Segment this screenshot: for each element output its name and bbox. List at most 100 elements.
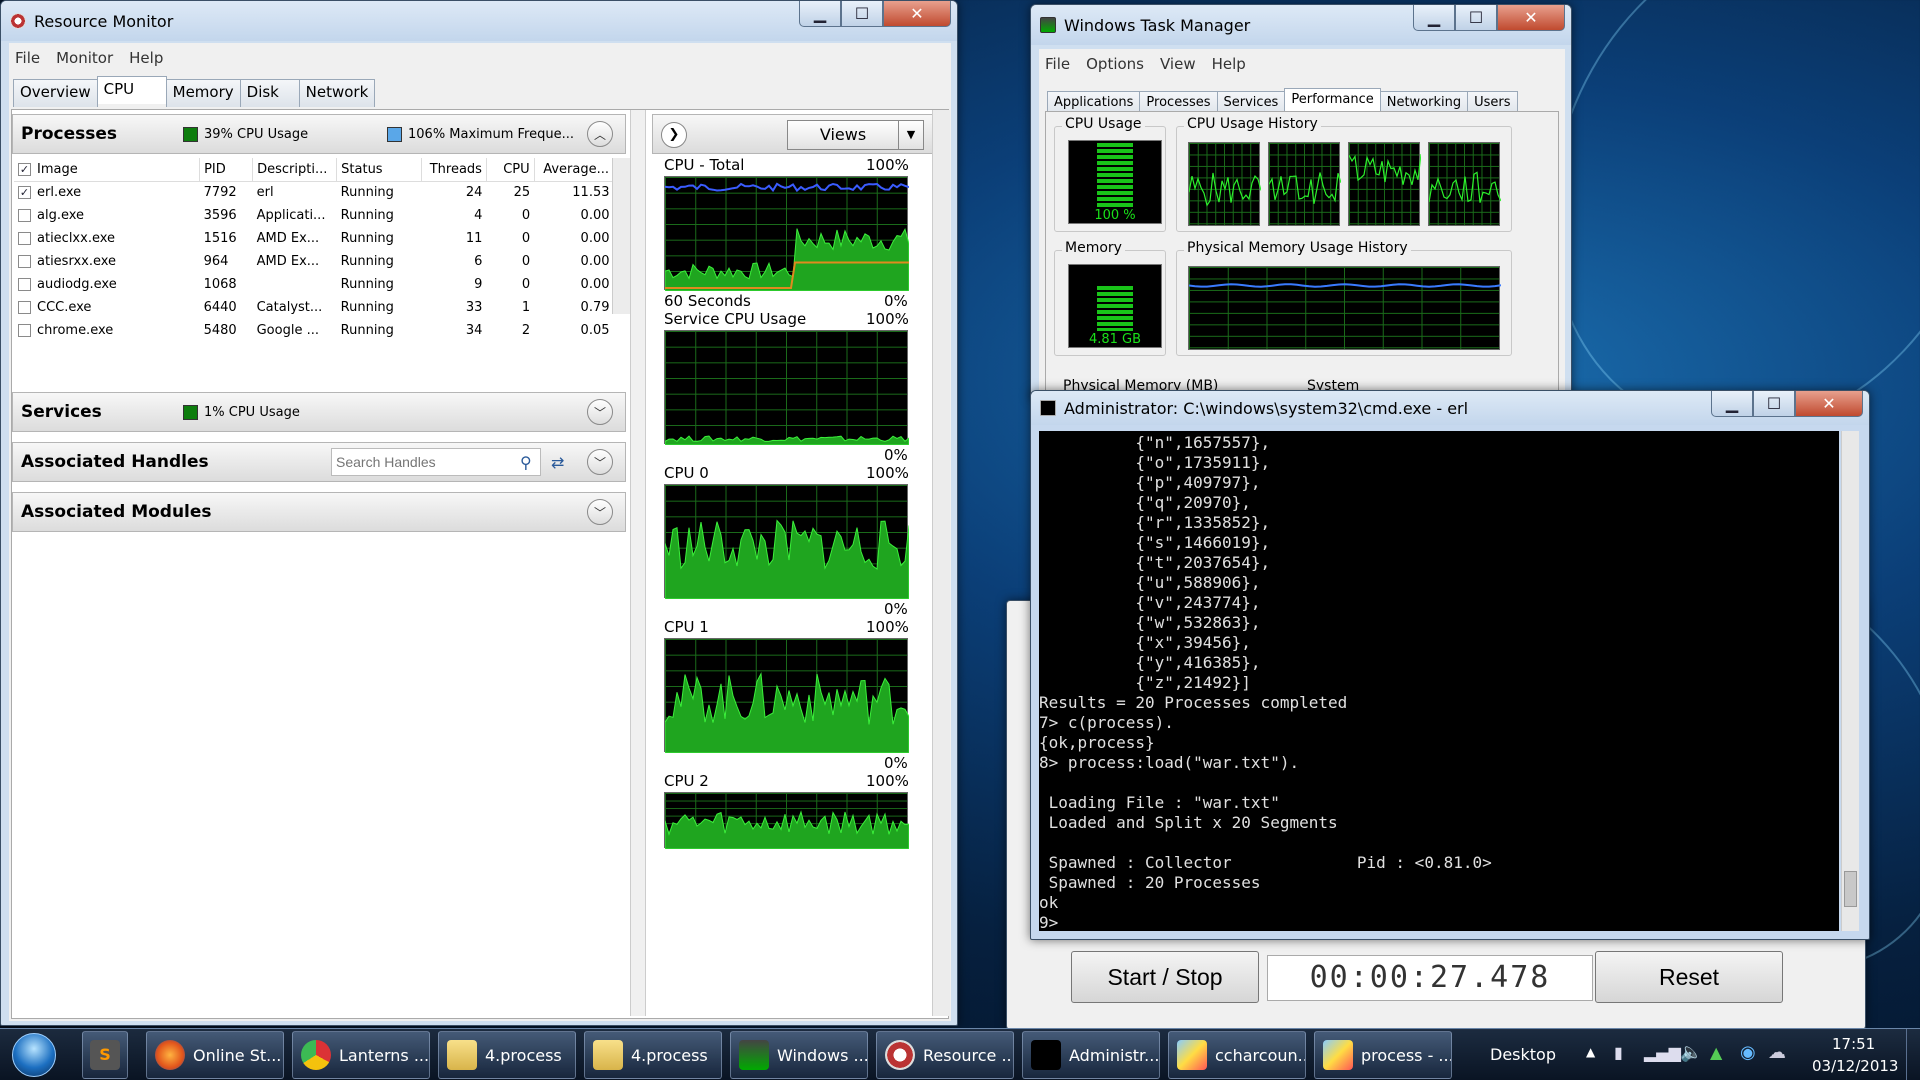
column-average[interactable]: Average... [534, 158, 615, 182]
maximize-button[interactable]: ☐ [1753, 391, 1795, 417]
tab-overview[interactable]: Overview [13, 79, 98, 107]
volume-icon[interactable]: 🔈 [1680, 1042, 1702, 1063]
expand-pane-arrow-icon[interactable]: ❯ [661, 122, 687, 148]
close-button[interactable]: ✕ [1795, 391, 1863, 417]
minimize-button[interactable]: ▁ [799, 1, 841, 27]
views-dropdown[interactable]: Views [787, 120, 899, 150]
title-bar[interactable]: Resource Monitor ▁ ☐ ✕ [1, 1, 957, 41]
row-checkbox[interactable] [18, 301, 31, 314]
row-checkbox[interactable]: ✓ [18, 186, 31, 200]
console-line: Spawned : 20 Processes [1039, 873, 1261, 892]
menu-help[interactable]: Help [129, 49, 163, 67]
column-description[interactable]: Descripti... [252, 158, 338, 182]
taskbar-button[interactable]: 4.process [438, 1031, 576, 1079]
refresh-icon[interactable]: ⇄ [551, 453, 564, 472]
elapsed-time-display: 00:00:27.478 [1267, 955, 1593, 1001]
tab-disk[interactable]: Disk [239, 79, 300, 107]
title-bar[interactable]: Windows Task Manager ▁ ☐ ✕ [1031, 5, 1571, 45]
chevron-down-icon[interactable]: ▼ [898, 120, 924, 150]
column-threads[interactable]: Threads [421, 158, 487, 182]
column-image[interactable]: ✓ Image [14, 158, 201, 182]
taskbar-button[interactable]: ccharcoun... [1168, 1031, 1306, 1079]
menu-monitor[interactable]: Monitor [56, 49, 113, 67]
collapse-chevron-icon[interactable]: ︿ [587, 121, 613, 147]
graphs-scrollbar[interactable] [932, 110, 950, 1016]
reset-button[interactable]: Reset [1595, 951, 1783, 1003]
console-scrollbar[interactable] [1841, 431, 1859, 931]
expand-chevron-icon[interactable]: ﹀ [587, 449, 613, 475]
table-row[interactable]: CCC.exe 6440 Catalyst... Running 33 1 0.79 [14, 296, 614, 319]
sublime-pinned-button[interactable]: S [82, 1031, 128, 1079]
tab-cpu[interactable]: CPU [96, 76, 167, 104]
table-row[interactable]: atieclxx.exe 1516 AMD Ex... Running 11 0 0.00 [14, 227, 614, 250]
search-icon[interactable]: ⚲ [520, 453, 532, 472]
taskbar-button[interactable]: Online St... [146, 1031, 284, 1079]
title-bar[interactable]: Administrator: C:\windows\system32\cmd.e… [1031, 391, 1869, 425]
processes-scrollbar[interactable] [612, 158, 630, 314]
select-all-checkbox[interactable]: ✓ [18, 162, 31, 176]
menu-help[interactable]: Help [1212, 55, 1246, 73]
minimize-button[interactable]: ▁ [1711, 391, 1753, 417]
menu-file[interactable]: File [15, 49, 40, 67]
row-checkbox[interactable] [18, 324, 31, 337]
cpu-usage-area [665, 810, 909, 849]
clock-time[interactable]: 17:51 [1832, 1035, 1875, 1053]
table-row[interactable]: ✓ erl.exe 7792 erl Running 24 25 11.53 [14, 181, 614, 204]
taskbar-button[interactable]: Resource ... [876, 1031, 1014, 1079]
table-row[interactable]: alg.exe 3596 Applicati... Running 4 0 0.00 [14, 204, 614, 227]
cloud-icon[interactable]: ☁ [1768, 1042, 1786, 1063]
menu-file[interactable]: File [1045, 55, 1070, 73]
cmd-icon [1031, 1040, 1061, 1070]
task-manager-window[interactable]: Windows Task Manager ▁ ☐ ✕ File Options … [1030, 4, 1572, 399]
drive-icon[interactable]: ▲ [1710, 1043, 1722, 1062]
expand-chevron-icon[interactable]: ﹀ [587, 399, 613, 425]
table-row[interactable]: atiesrxx.exe 964 AMD Ex... Running 6 0 0.00 [14, 250, 614, 273]
cpu-cell: 2 [521, 323, 531, 338]
search-handles-input[interactable] [331, 448, 541, 476]
services-section-header[interactable]: Services 1% CPU Usage ﹀ [12, 392, 626, 432]
tab-network[interactable]: Network [298, 79, 376, 107]
resource-monitor-window[interactable]: Resource Monitor ▁ ☐ ✕ File Monitor Help… [0, 0, 958, 1026]
maximize-button[interactable]: ☐ [841, 1, 883, 27]
tab-performance[interactable]: Performance [1284, 88, 1381, 113]
table-row[interactable]: audiodg.exe 1068 Running 9 0 0.00 [14, 273, 614, 296]
update-icon[interactable]: ◉ [1740, 1042, 1756, 1063]
modules-section-header[interactable]: Associated Modules ﹀ [12, 492, 626, 532]
close-button[interactable]: ✕ [1497, 5, 1565, 31]
row-checkbox[interactable] [18, 278, 31, 291]
column-status[interactable]: Status [336, 158, 422, 182]
show-desktop-button[interactable] [1906, 1029, 1920, 1080]
taskbar-button[interactable]: Lanterns ... [292, 1031, 430, 1079]
tab-memory[interactable]: Memory [165, 79, 241, 107]
taskbar-button[interactable]: 4.process [584, 1031, 722, 1079]
graph-title: Service CPU Usage [664, 310, 807, 328]
handles-section-header[interactable]: Associated Handles ⚲ ⇄ ﹀ [12, 442, 626, 482]
minimize-button[interactable]: ▁ [1413, 5, 1455, 31]
close-button[interactable]: ✕ [883, 1, 951, 27]
scroll-thumb[interactable] [1844, 871, 1857, 907]
row-checkbox[interactable] [18, 209, 31, 222]
desktop-toolbar-label[interactable]: Desktop [1490, 1045, 1556, 1064]
taskbar-button[interactable]: Windows ... [730, 1031, 868, 1079]
row-checkbox[interactable] [18, 255, 31, 268]
signal-icon[interactable]: ▂▄▆ [1644, 1043, 1681, 1062]
start-orb-icon[interactable] [12, 1033, 56, 1077]
taskbar-button[interactable]: process - ... [1314, 1031, 1452, 1079]
column-cpu[interactable]: CPU [486, 158, 535, 182]
cmd-window[interactable]: Administrator: C:\windows\system32\cmd.e… [1030, 390, 1870, 940]
maximize-button[interactable]: ☐ [1455, 5, 1497, 31]
expand-chevron-icon[interactable]: ﹀ [587, 499, 613, 525]
pane-splitter[interactable] [630, 110, 646, 1016]
start-stop-button[interactable]: Start / Stop [1071, 951, 1259, 1003]
menu-options[interactable]: Options [1086, 55, 1144, 73]
taskbar-button[interactable]: Administr... [1022, 1031, 1160, 1079]
menu-view[interactable]: View [1160, 55, 1196, 73]
tray-expand-icon[interactable]: ▲ [1586, 1045, 1595, 1059]
row-checkbox[interactable] [18, 232, 31, 245]
table-row[interactable]: chrome.exe 5480 Google ... Running 34 2 0.05 [14, 319, 614, 342]
processes-section-header[interactable]: Processes 39% CPU Usage 106% Maximum Fre… [12, 114, 626, 154]
taskbar-button-label: Lanterns ... [339, 1045, 430, 1065]
column-pid[interactable]: PID [199, 158, 254, 182]
network-icon[interactable]: ▮ [1614, 1043, 1623, 1062]
clock-date[interactable]: 03/12/2013 [1812, 1057, 1898, 1075]
